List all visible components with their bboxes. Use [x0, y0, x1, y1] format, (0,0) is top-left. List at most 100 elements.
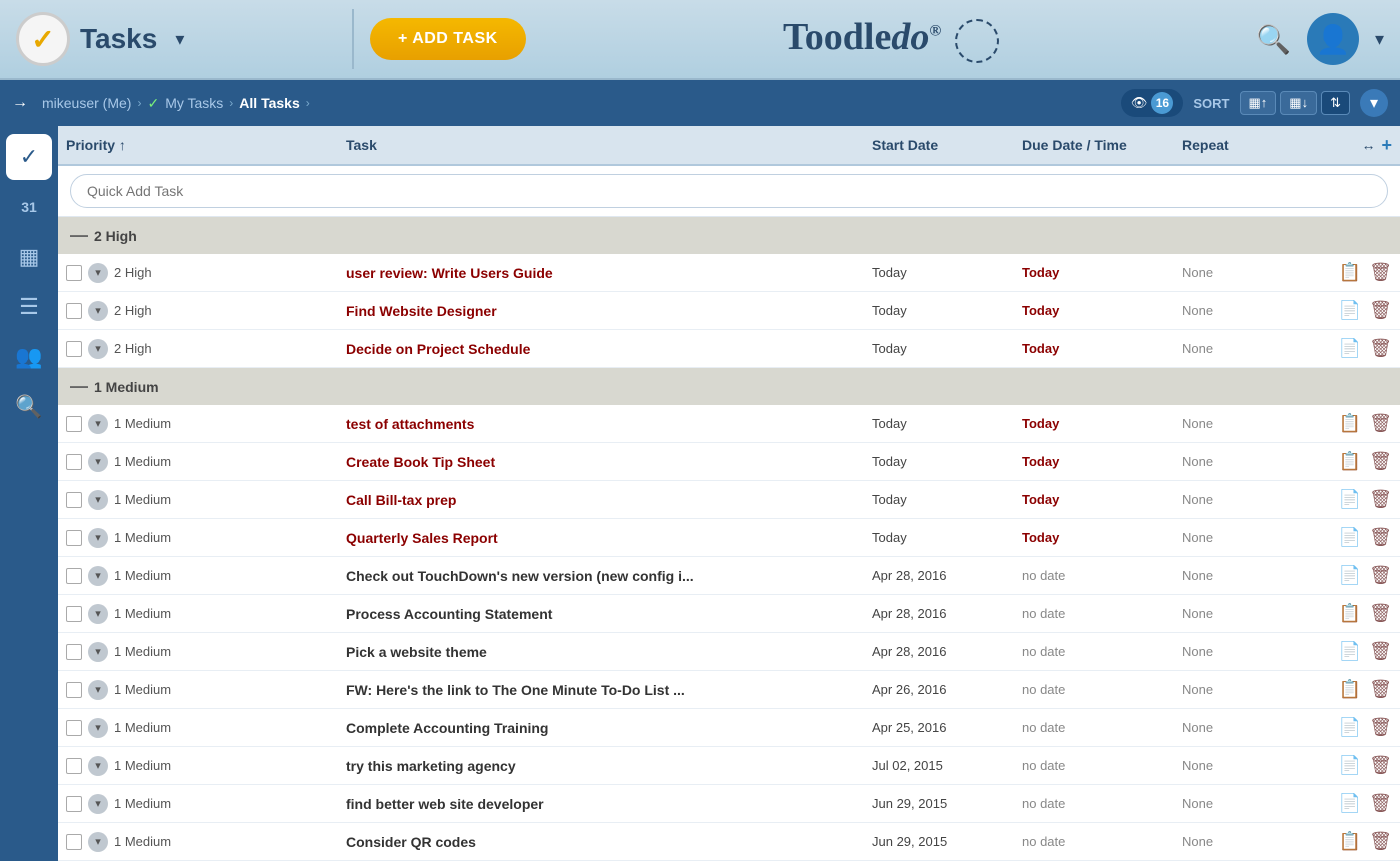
task-expand-icon[interactable]: ▾ [88, 414, 108, 434]
task-expand-icon[interactable]: ▾ [88, 490, 108, 510]
delete-icon[interactable]: 🗑 [1369, 300, 1392, 321]
task-expand-icon[interactable]: ▾ [88, 680, 108, 700]
task-name[interactable]: Pick a website theme [346, 644, 872, 660]
sort-btn-2[interactable]: ▦↓ [1280, 91, 1317, 115]
task-name[interactable]: Check out TouchDown's new version (new c… [346, 568, 872, 584]
note-icon[interactable]: 📄 [1339, 565, 1361, 586]
task-checkbox[interactable] [66, 758, 82, 774]
quick-add-input[interactable] [70, 174, 1388, 208]
task-checkbox[interactable] [66, 454, 82, 470]
task-expand-icon[interactable]: ▾ [88, 301, 108, 321]
delete-icon[interactable]: 🗑 [1369, 413, 1392, 434]
note-icon[interactable]: 📄 [1339, 793, 1361, 814]
note-icon[interactable]: 📄 [1339, 338, 1361, 359]
note-icon[interactable]: 📄 [1339, 300, 1361, 321]
task-expand-icon[interactable]: ▾ [88, 832, 108, 852]
task-name[interactable]: Consider QR codes [346, 834, 872, 850]
task-expand-icon[interactable]: ▾ [88, 642, 108, 662]
user-avatar[interactable]: 👤 [1307, 13, 1359, 65]
sidebar-item-grid[interactable]: ▦ [6, 234, 52, 280]
sidebar-item-tasks[interactable]: ✓ [6, 134, 52, 180]
sort-btn-1[interactable]: ▦↑ [1240, 91, 1277, 115]
delete-icon[interactable]: 🗑 [1369, 451, 1392, 472]
col-arrows-icon[interactable]: ↔ [1361, 137, 1375, 153]
task-name[interactable]: Call Bill-tax prep [346, 492, 872, 508]
sidebar-item-calendar[interactable]: 31 [6, 184, 52, 230]
task-checkbox[interactable] [66, 492, 82, 508]
col-add-icon[interactable]: + [1381, 135, 1392, 156]
task-checkbox[interactable] [66, 265, 82, 281]
task-name[interactable]: Find Website Designer [346, 303, 872, 319]
note-icon[interactable]: 📄 [1339, 641, 1361, 662]
task-checkbox[interactable] [66, 341, 82, 357]
task-name[interactable]: Decide on Project Schedule [346, 341, 872, 357]
delete-icon[interactable]: 🗑 [1369, 603, 1392, 624]
delete-icon[interactable]: 🗑 [1369, 717, 1392, 738]
note-icon[interactable]: 📋 [1339, 451, 1361, 472]
pin-icon[interactable]: → [12, 94, 28, 112]
sidebar-item-list[interactable]: ☰ [6, 284, 52, 330]
user-dropdown-arrow[interactable]: ▾ [1375, 29, 1384, 50]
tasks-dropdown-arrow[interactable]: ▾ [175, 29, 184, 50]
delete-icon[interactable]: 🗑 [1369, 641, 1392, 662]
delete-icon[interactable]: 🗑 [1369, 338, 1392, 359]
task-checkbox[interactable] [66, 720, 82, 736]
delete-icon[interactable]: 🗑 [1369, 679, 1392, 700]
task-checkbox[interactable] [66, 303, 82, 319]
task-checkbox[interactable] [66, 682, 82, 698]
group-label-medium: 1 Medium [94, 379, 159, 395]
note-icon[interactable]: 📋 [1339, 262, 1361, 283]
task-expand-icon[interactable]: ▾ [88, 528, 108, 548]
task-expand-icon[interactable]: ▾ [88, 794, 108, 814]
task-name[interactable]: find better web site developer [346, 796, 872, 812]
task-checkbox[interactable] [66, 644, 82, 660]
expand-button[interactable]: ▾ [1360, 89, 1388, 117]
note-icon[interactable]: 📄 [1339, 717, 1361, 738]
sidebar-item-search[interactable]: 🔍 [6, 384, 52, 430]
breadcrumb-my-tasks[interactable]: My Tasks [165, 95, 223, 111]
sidebar-item-people[interactable]: 👥 [6, 334, 52, 380]
task-checkbox[interactable] [66, 530, 82, 546]
note-icon[interactable]: 📄 [1339, 755, 1361, 776]
task-name[interactable]: Quarterly Sales Report [346, 530, 872, 546]
note-icon[interactable]: 📋 [1339, 679, 1361, 700]
task-checkbox[interactable] [66, 796, 82, 812]
note-icon[interactable]: 📄 [1339, 489, 1361, 510]
delete-icon[interactable]: 🗑 [1369, 755, 1392, 776]
header-search-icon[interactable]: 🔍 [1256, 23, 1291, 56]
breadcrumb-user[interactable]: mikeuser (Me) [42, 95, 131, 111]
task-name[interactable]: Complete Accounting Training [346, 720, 872, 736]
delete-icon[interactable]: 🗑 [1369, 489, 1392, 510]
task-expand-icon[interactable]: ▾ [88, 604, 108, 624]
task-checkbox[interactable] [66, 606, 82, 622]
note-icon[interactable]: 📄 [1339, 527, 1361, 548]
task-name[interactable]: FW: Here's the link to The One Minute To… [346, 682, 872, 698]
task-expand-icon[interactable]: ▾ [88, 566, 108, 586]
task-checkbox[interactable] [66, 568, 82, 584]
delete-icon[interactable]: 🗑 [1369, 262, 1392, 283]
task-expand-icon[interactable]: ▾ [88, 718, 108, 738]
repeat-value: None [1182, 454, 1322, 469]
task-checkbox[interactable] [66, 834, 82, 850]
task-name[interactable]: user review: Write Users Guide [346, 265, 872, 281]
task-name[interactable]: Process Accounting Statement [346, 606, 872, 622]
delete-icon[interactable]: 🗑 [1369, 831, 1392, 852]
note-icon[interactable]: 📋 [1339, 603, 1361, 624]
task-name[interactable]: try this marketing agency [346, 758, 872, 774]
app-logo-circle[interactable]: ✓ [16, 12, 70, 66]
task-name[interactable]: test of attachments [346, 416, 872, 432]
note-icon[interactable]: 📋 [1339, 413, 1361, 434]
task-name[interactable]: Create Book Tip Sheet [346, 454, 872, 470]
task-expand-icon[interactable]: ▾ [88, 339, 108, 359]
add-task-button[interactable]: + ADD TASK [370, 18, 526, 60]
task-checkbox[interactable] [66, 416, 82, 432]
task-expand-icon[interactable]: ▾ [88, 756, 108, 776]
note-icon[interactable]: 📋 [1339, 831, 1361, 852]
delete-icon[interactable]: 🗑 [1369, 793, 1392, 814]
sort-btn-3[interactable]: ⇅ [1321, 91, 1350, 115]
task-expand-icon[interactable]: ▾ [88, 263, 108, 283]
task-expand-icon[interactable]: ▾ [88, 452, 108, 472]
breadcrumb-all-tasks[interactable]: All Tasks [239, 95, 299, 111]
delete-icon[interactable]: 🗑 [1369, 527, 1392, 548]
delete-icon[interactable]: 🗑 [1369, 565, 1392, 586]
